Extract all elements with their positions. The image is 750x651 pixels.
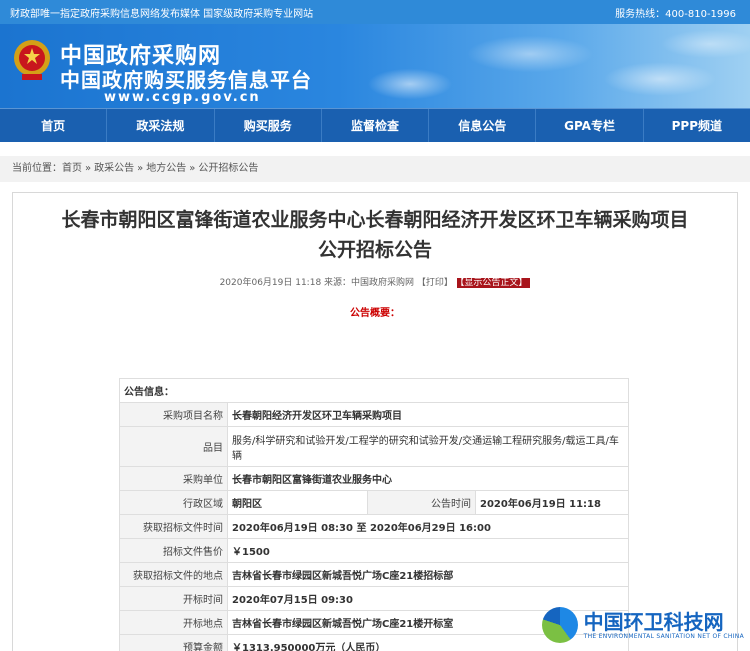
label-open-place: 开标地点 (119, 610, 228, 635)
article-panel: 长春市朝阳区富锋街道农业服务中心长春朝阳经济开发区环卫车辆采购项目公开招标公告 … (12, 192, 738, 651)
value-region: 朝阳区 (227, 490, 368, 515)
table-row: 采购项目名称 长春朝阳经济开发区环卫车辆采购项目 (119, 402, 629, 427)
value-doc-time: 2020年06月19日 08:30 至 2020年06月29日 16:00 (227, 514, 629, 539)
label-doc-place: 获取招标文件的地点 (119, 562, 228, 587)
watermark: 中国环卫科技网 THE ENVIRONMENTAL SANITATION NET… (541, 607, 744, 643)
nav-announcements[interactable]: 信息公告 (429, 109, 537, 142)
show-body-button[interactable]: 【显示公告正文】 (456, 278, 531, 288)
nav-home[interactable]: 首页 (0, 109, 108, 142)
label-pub-time: 公告时间 (367, 490, 476, 515)
breadcrumb-procurement[interactable]: 政采公告 (94, 163, 134, 174)
label-category: 品目 (119, 426, 228, 467)
summary-heading: 公告概要： (350, 308, 400, 319)
watermark-text-block: 中国环卫科技网 THE ENVIRONMENTAL SANITATION NET… (584, 611, 744, 640)
meta-text: 2020年06月19日 11:18 来源：中国政府采购网 【打印】 (219, 278, 453, 288)
nav-supervision[interactable]: 监督检查 (322, 109, 430, 142)
nav-gpa[interactable]: GPA专栏 (536, 109, 644, 142)
label-doc-time: 获取招标文件时间 (119, 514, 228, 539)
label-region: 行政区域 (119, 490, 228, 515)
breadcrumb-home[interactable]: 首页 (62, 163, 82, 174)
nav-purchase-service[interactable]: 购买服务 (215, 109, 322, 142)
nav-ppp[interactable]: PPP频道 (644, 109, 750, 142)
banner-clouds (330, 24, 750, 108)
breadcrumb-sep: » (85, 163, 92, 174)
value-pub-time: 2020年06月19日 11:18 (475, 490, 629, 515)
table-row: 公告信息： (119, 378, 629, 403)
value-doc-place: 吉林省长春市绿园区新城吾悦广场C座21楼招标部 (227, 562, 629, 587)
table-row: 获取招标文件的地点 吉林省长春市绿园区新城吾悦广场C座21楼招标部 (119, 562, 629, 587)
breadcrumb-local[interactable]: 地方公告 (146, 163, 186, 174)
value-category: 服务/科学研究和试验开发/工程学的研究和试验开发/交通运输工程研究服务/载运工具… (227, 426, 629, 467)
table-row: 品目 服务/科学研究和试验开发/工程学的研究和试验开发/交通运输工程研究服务/载… (119, 426, 629, 467)
site-banner: 中国政府采购网 中国政府购买服务信息平台 www.ccgp.gov.cn (0, 24, 750, 108)
label-buyer: 采购单位 (119, 466, 228, 491)
breadcrumb-prefix: 当前位置： (12, 163, 62, 174)
hotline: 服务热线：400-810-1996 (615, 8, 736, 20)
table-header: 公告信息： (119, 378, 629, 403)
table-row: 行政区域 朝阳区 公告时间 2020年06月19日 11:18 (119, 490, 629, 515)
label-open-time: 开标时间 (119, 586, 228, 611)
label-budget: 预算金额 (119, 634, 228, 651)
nav-regulations[interactable]: 政采法规 (107, 109, 215, 142)
site-subtitle: 中国政府购买服务信息平台 (60, 68, 312, 92)
table-row: 招标文件售价 ￥1500 (119, 538, 629, 563)
site-url: www.ccgp.gov.cn (104, 90, 261, 105)
table-row: 获取招标文件时间 2020年06月19日 08:30 至 2020年06月29日… (119, 514, 629, 539)
sanitation-logo-icon (541, 607, 578, 643)
value-doc-price: ￥1500 (227, 538, 629, 563)
breadcrumb-sep: » (137, 163, 144, 174)
value-project-name: 长春朝阳经济开发区环卫车辆采购项目 (227, 402, 629, 427)
top-bar: 财政部唯一指定政府采购信息网络发布媒体 国家级政府采购专业网站 服务热线：400… (0, 0, 750, 24)
watermark-subtitle: THE ENVIRONMENTAL SANITATION NET OF CHIN… (583, 632, 744, 640)
breadcrumb-sep: » (189, 163, 196, 174)
national-emblem-icon (14, 40, 50, 80)
article-meta: 2020年06月19日 11:18 来源：中国政府采购网 【打印】 【显示公告正文… (13, 275, 737, 288)
value-buyer: 长春市朝阳区富锋街道农业服务中心 (227, 466, 629, 491)
label-doc-price: 招标文件售价 (119, 538, 228, 563)
breadcrumb: 当前位置：首页» 政采公告» 地方公告» 公开招标公告 (0, 156, 750, 182)
breadcrumb-tender[interactable]: 公开招标公告 (198, 163, 258, 174)
article-title: 长春市朝阳区富锋街道农业服务中心长春朝阳经济开发区环卫车辆采购项目公开招标公告 (61, 209, 689, 261)
table-row: 采购单位 长春市朝阳区富锋街道农业服务中心 (119, 466, 629, 491)
topbar-slogan: 财政部唯一指定政府采购信息网络发布媒体 国家级政府采购专业网站 (10, 8, 314, 20)
watermark-title: 中国环卫科技网 (583, 609, 724, 634)
main-nav: 首页 政采法规 购买服务 监督检查 信息公告 GPA专栏 PPP频道 (0, 108, 750, 142)
label-project-name: 采购项目名称 (119, 402, 228, 427)
